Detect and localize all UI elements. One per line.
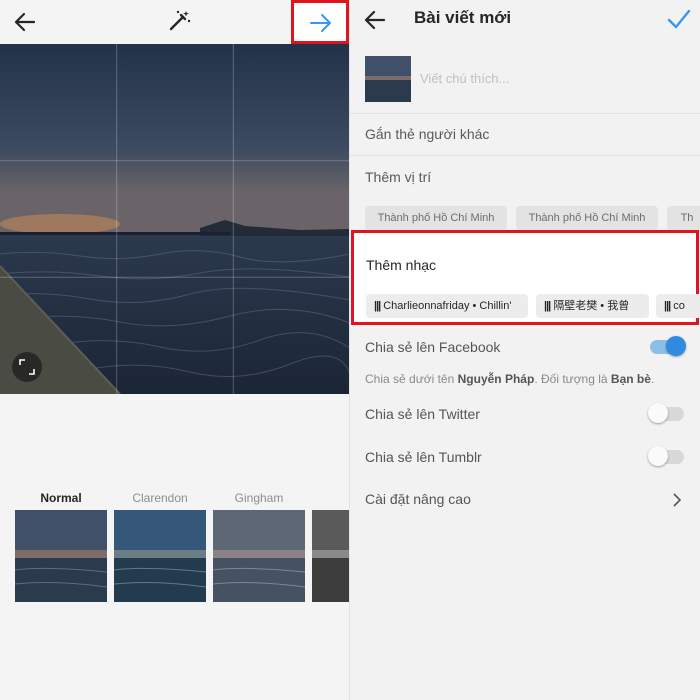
- share-desc-suffix: .: [650, 372, 655, 386]
- filter-normal[interactable]: Normal: [15, 488, 107, 602]
- filter-label: Normal: [40, 491, 82, 505]
- share-facebook-row: Chia sẻ lên Facebook: [350, 328, 700, 368]
- photo-editor-panel: Normal Clarendon Gingham M: [0, 0, 350, 700]
- filter-clarendon[interactable]: Clarendon: [114, 488, 206, 602]
- photo-preview[interactable]: [0, 44, 350, 394]
- filter-label: Clarendon: [132, 491, 188, 505]
- filter-label: Gingham: [234, 491, 284, 505]
- share-audience: Bạn bè: [610, 372, 651, 386]
- music-chip[interactable]: ||| Charlieonnafriday • Chillin': [366, 294, 528, 318]
- share-facebook-toggle[interactable]: [650, 336, 686, 356]
- share-twitter-toggle[interactable]: [648, 403, 684, 423]
- back-arrow-icon[interactable]: [12, 8, 40, 36]
- share-desc-middle: . Đối tượng là: [534, 372, 611, 386]
- expand-button[interactable]: [12, 352, 42, 382]
- share-tumblr-label: Chia sẻ lên Tumblr: [365, 449, 482, 465]
- filter-thumbnail[interactable]: [312, 510, 350, 602]
- share-desc-prefix: Chia sẻ dưới tên: [365, 372, 458, 386]
- editor-top-bar: [0, 0, 350, 44]
- advanced-settings-label: Cài đặt nâng cao: [365, 491, 471, 507]
- location-chip[interactable]: Thành phố Hồ Chí Minh: [516, 206, 658, 230]
- expand-icon: [19, 359, 35, 375]
- filter-thumbnail[interactable]: [15, 510, 107, 602]
- next-arrow-icon[interactable]: [308, 10, 334, 36]
- music-chip-label: co: [673, 300, 685, 312]
- music-bars-icon: |||: [544, 300, 551, 312]
- add-music-section: Thêm nhạc ||| Charlieonnafriday • Chillin…: [351, 230, 700, 325]
- facebook-share-description: Chia sẻ dưới tên Nguyễn Pháp. Đối tượng …: [365, 372, 654, 386]
- location-chip[interactable]: Th: [667, 206, 700, 230]
- share-account-name: Nguyễn Pháp: [457, 372, 535, 386]
- share-twitter-label: Chia sẻ lên Twitter: [365, 406, 480, 422]
- toggle-knob: [648, 403, 668, 423]
- caption-row: [350, 48, 700, 114]
- chevron-right-icon: [673, 493, 682, 507]
- music-chip[interactable]: ||| co: [656, 294, 700, 318]
- back-arrow-icon[interactable]: [362, 6, 390, 34]
- music-bars-icon: |||: [374, 300, 381, 312]
- advanced-settings-row[interactable]: Cài đặt nâng cao: [350, 480, 700, 520]
- toggle-knob: [666, 336, 686, 356]
- tag-people-label: Gắn thẻ người khác: [365, 126, 490, 142]
- share-facebook-label: Chia sẻ lên Facebook: [365, 339, 501, 355]
- filter-m[interactable]: M: [312, 488, 350, 602]
- new-post-top-bar: Bài viết mới: [350, 0, 700, 44]
- filter-thumbnail[interactable]: [114, 510, 206, 602]
- music-chip[interactable]: ||| 隔壁老樊 • 我曾: [536, 294, 649, 318]
- tag-people-row[interactable]: Gắn thẻ người khác: [350, 114, 700, 156]
- filter-thumbnail[interactable]: [213, 510, 305, 602]
- toggle-knob: [648, 446, 668, 466]
- next-button-highlight[interactable]: [291, 0, 349, 44]
- add-music-label[interactable]: Thêm nhạc: [366, 257, 436, 273]
- share-twitter-row: Chia sẻ lên Twitter: [350, 395, 700, 435]
- share-tumblr-toggle[interactable]: [648, 446, 684, 466]
- share-tumblr-row: Chia sẻ lên Tumblr: [350, 438, 700, 478]
- magic-wand-icon[interactable]: [165, 7, 193, 35]
- filter-strip: Normal Clarendon Gingham M: [0, 488, 350, 608]
- music-chip-label: 隔壁老樊 • 我曾: [553, 300, 630, 312]
- filter-label: M: [312, 488, 350, 508]
- new-post-panel: Bài viết mới Gắn thẻ người khác Thêm vị …: [350, 0, 700, 700]
- add-location-row[interactable]: Thêm vị trí: [350, 157, 700, 201]
- music-chip-label: Charlieonnafriday • Chillin': [383, 300, 512, 312]
- add-location-label: Thêm vị trí: [365, 169, 432, 185]
- location-chip[interactable]: Thành phố Hồ Chí Minh: [365, 206, 507, 230]
- post-thumbnail: [365, 56, 411, 102]
- music-bars-icon: |||: [664, 300, 671, 312]
- page-title: Bài viết mới: [414, 8, 512, 27]
- location-suggestions: Thành phố Hồ Chí Minh Thành phố Hồ Chí M…: [350, 200, 700, 234]
- filter-gingham[interactable]: Gingham: [213, 488, 305, 602]
- caption-input[interactable]: [420, 68, 680, 88]
- checkmark-icon[interactable]: [666, 6, 692, 32]
